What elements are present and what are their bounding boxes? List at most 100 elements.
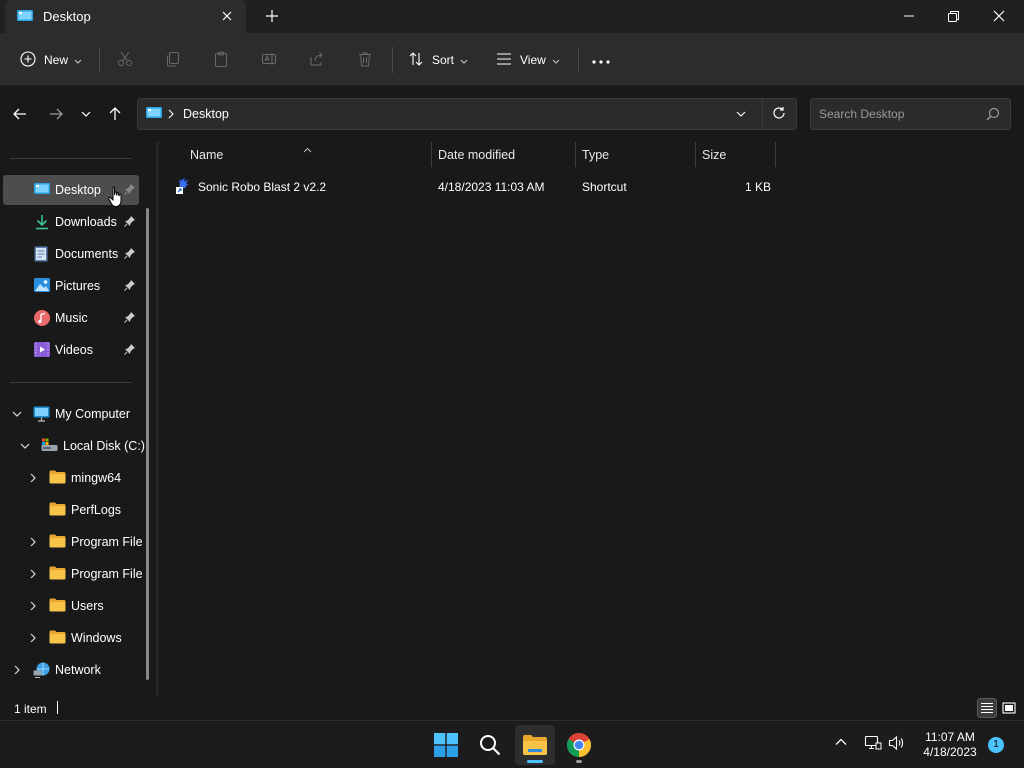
tab-desktop[interactable]: Desktop [5, 0, 246, 33]
refresh-icon [773, 107, 785, 119]
close-window-button[interactable] [976, 0, 1022, 32]
chevron-right-icon[interactable] [29, 600, 37, 614]
show-hidden-icons-button[interactable] [834, 735, 848, 752]
share-button[interactable] [309, 47, 325, 73]
pin-icon[interactable] [124, 215, 136, 230]
tree-item-label: PerfLogs [71, 503, 122, 517]
column-header-date-modified[interactable]: Date modified [432, 142, 575, 168]
address-bar[interactable]: Desktop [137, 98, 797, 130]
close-tab-icon[interactable] [217, 6, 237, 26]
network-status-button[interactable] [864, 735, 882, 754]
chrome-icon [567, 733, 591, 757]
clipboard-icon [213, 51, 229, 70]
desktop-icon [17, 10, 33, 26]
file-name: Sonic Robo Blast 2 v2.2 [198, 180, 327, 194]
tree-item-folder[interactable]: Users [3, 591, 143, 621]
chevron-right-icon[interactable] [29, 536, 37, 550]
sidebar-item-label: Music [55, 311, 88, 325]
pin-icon[interactable] [124, 343, 136, 358]
active-indicator [527, 760, 543, 763]
up-button[interactable] [103, 103, 127, 125]
windows-logo-icon [434, 733, 458, 757]
sort-button[interactable]: Sort [408, 47, 468, 73]
refresh-button[interactable] [772, 106, 786, 123]
view-button[interactable]: View [496, 47, 560, 73]
sidebar-item-label: Downloads [55, 215, 117, 229]
chevron-right-icon[interactable] [13, 664, 21, 678]
sidebar-item-downloads[interactable]: Downloads [3, 207, 139, 237]
rename-button[interactable] [261, 47, 277, 73]
tree-item-network[interactable]: Network [3, 655, 143, 685]
search-icon[interactable] [986, 107, 1000, 124]
column-header-type[interactable]: Type [576, 142, 695, 168]
tree-item-label: Local Disk (C:) [63, 439, 145, 453]
chevron-right-icon[interactable] [29, 632, 37, 646]
pin-icon[interactable] [124, 247, 136, 262]
navigation-bar: Desktop [0, 86, 1024, 142]
back-button[interactable] [8, 103, 32, 125]
sidebar-item-videos[interactable]: Videos [3, 335, 139, 365]
chevron-down-icon [460, 53, 468, 67]
column-divider[interactable] [775, 142, 776, 167]
details-view-button[interactable] [977, 698, 997, 718]
more-options-button[interactable] [592, 47, 610, 73]
folder-icon [49, 534, 66, 551]
cut-button[interactable] [117, 47, 133, 73]
column-header-label: Date modified [438, 148, 516, 162]
minimize-button[interactable] [886, 0, 932, 32]
sidebar-scrollbar[interactable] [146, 208, 149, 680]
forward-button[interactable] [44, 103, 68, 125]
search-box[interactable] [810, 98, 1011, 130]
file-date-modified: 4/18/2023 11:03 AM [438, 180, 545, 194]
table-row[interactable]: Sonic Robo Blast 2 v2.2 4/18/2023 11:03 … [173, 174, 773, 198]
tree-item-local-disk[interactable]: Local Disk (C:) [3, 431, 145, 461]
column-header-name[interactable]: Name [159, 142, 431, 168]
column-header-size[interactable]: Size [696, 142, 775, 168]
chevron-right-icon[interactable] [29, 568, 37, 582]
chevron-down-icon[interactable] [12, 408, 22, 422]
chevron-down-icon [81, 111, 91, 117]
pin-icon[interactable] [124, 279, 136, 294]
copy-button[interactable] [165, 47, 181, 73]
column-header-label: Name [190, 148, 224, 162]
new-button[interactable]: New [20, 47, 82, 73]
sidebar-item-music[interactable]: Music [3, 303, 139, 333]
clock[interactable]: 11:07 AM 4/18/2023 [916, 730, 984, 760]
notification-badge[interactable]: 1 [988, 737, 1004, 753]
search-taskbar-button[interactable] [470, 725, 510, 765]
sidebar-item-pictures[interactable]: Pictures [3, 271, 139, 301]
clock-time: 11:07 AM [925, 730, 975, 744]
paste-button[interactable] [213, 47, 229, 73]
tree-item-folder[interactable]: mingw64 [3, 463, 143, 493]
tree-item-folder[interactable]: Windows [3, 623, 143, 653]
tree-item-folder[interactable]: Program File [3, 527, 143, 557]
chevron-right-icon[interactable] [168, 107, 174, 124]
view-button-label: View [520, 53, 546, 67]
delete-button[interactable] [357, 47, 373, 73]
search-input[interactable] [819, 106, 979, 122]
file-list: Name Date modified Type Size Sonic Robo … [159, 142, 1024, 696]
address-history-dropdown[interactable] [736, 107, 746, 124]
tree-item-folder[interactable]: Program File [3, 559, 143, 589]
recent-locations-button[interactable] [74, 103, 98, 125]
details-view-icon [981, 703, 993, 713]
chevron-right-icon[interactable] [29, 472, 37, 486]
chevron-down-icon[interactable] [20, 440, 30, 454]
folder-icon [49, 502, 66, 519]
file-explorer-taskbar-button[interactable] [515, 725, 555, 765]
start-button[interactable] [426, 725, 466, 765]
pin-icon[interactable] [124, 311, 136, 326]
title-bar: Desktop [0, 0, 1024, 33]
tree-item-label: Users [71, 599, 104, 613]
tree-item-my-computer[interactable]: My Computer [3, 399, 143, 429]
sidebar-item-documents[interactable]: Documents [3, 239, 139, 269]
volume-button[interactable] [888, 735, 906, 754]
sort-button-label: Sort [432, 53, 455, 67]
breadcrumb[interactable]: Desktop [183, 107, 229, 121]
chrome-taskbar-button[interactable] [559, 725, 599, 765]
sidebar-item-label: Documents [55, 247, 119, 261]
large-icons-view-button[interactable] [999, 698, 1019, 718]
tree-item-folder[interactable]: PerfLogs [3, 495, 143, 525]
restore-button[interactable] [930, 0, 976, 32]
new-tab-button[interactable] [262, 6, 282, 26]
